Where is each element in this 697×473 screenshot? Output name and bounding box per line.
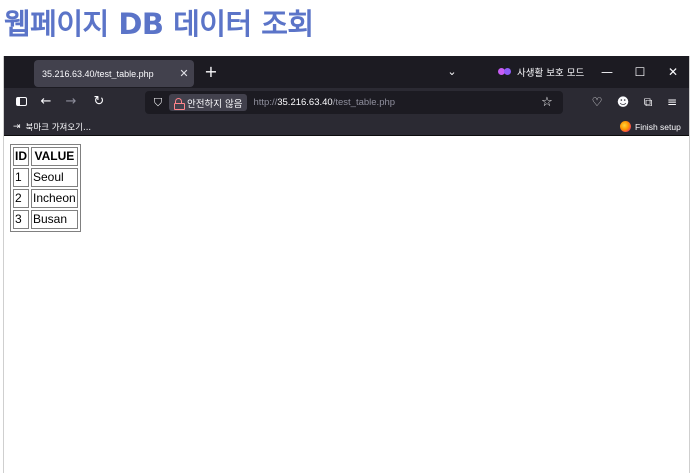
minimize-button[interactable]: —: [592, 60, 622, 84]
finish-setup-button[interactable]: Finish setup: [620, 119, 681, 134]
private-browsing-label: 사생활 보호 모드: [517, 68, 585, 79]
url-path: /test_table.php: [332, 97, 396, 108]
import-bookmarks-label: 북마크 가져오기...: [25, 122, 92, 133]
sidebar-icon: [15, 97, 27, 106]
browser-window: 35.216.63.40/test_table.php ✕ + ⌄ 사생활 보호…: [3, 56, 690, 473]
firefox-icon: [620, 121, 631, 132]
tab-close-icon[interactable]: ✕: [174, 67, 194, 80]
page-content: ID VALUE 1 Seoul 2 Incheon 3 Busan: [4, 137, 689, 473]
chevron-down-icon[interactable]: ⌄: [442, 62, 462, 82]
private-mask-icon: [498, 67, 512, 77]
table-row: 3 Busan: [13, 210, 78, 229]
header-value: VALUE: [31, 147, 78, 166]
cell-value: Busan: [31, 210, 78, 229]
url-text[interactable]: http://35.216.63.40/test_table.php: [253, 97, 395, 108]
tab-test-table[interactable]: 35.216.63.40/test_table.php ✕: [34, 60, 194, 87]
bookmark-star-icon[interactable]: ☆: [537, 95, 557, 110]
bookmarks-toolbar: ⇥ 북마크 가져오기... Finish setup: [4, 117, 689, 136]
table-row: 2 Incheon: [13, 189, 78, 208]
insecure-label: 안전하지 않음: [187, 98, 243, 110]
extensions-icon[interactable]: ⧉: [637, 91, 659, 113]
url-bar[interactable]: ⛉ 안전하지 않음 http://35.216.63.40/test_table…: [145, 91, 563, 114]
close-window-button[interactable]: ✕: [658, 60, 688, 84]
connection-insecure-chip[interactable]: 안전하지 않음: [169, 94, 248, 111]
tab-title: 35.216.63.40/test_table.php: [42, 68, 154, 79]
tab-strip: 35.216.63.40/test_table.php ✕ + ⌄ 사생활 보호…: [4, 56, 689, 88]
import-bookmarks-button[interactable]: ⇥ 북마크 가져오기...: [13, 119, 91, 134]
back-button[interactable]: ←: [35, 91, 57, 113]
cell-id: 2: [13, 189, 29, 208]
import-icon: ⇥: [13, 121, 21, 132]
url-host: 35.216.63.40: [277, 97, 333, 108]
account-icon[interactable]: ☻: [612, 91, 634, 113]
forward-button[interactable]: →: [60, 91, 82, 113]
reload-button[interactable]: ↻: [88, 91, 110, 113]
menu-icon[interactable]: ≡: [661, 91, 683, 113]
sidebar-toggle-button[interactable]: [10, 91, 32, 113]
table-header-row: ID VALUE: [13, 147, 78, 166]
cell-value: Seoul: [31, 168, 78, 187]
maximize-button[interactable]: ☐: [625, 60, 655, 84]
new-tab-button[interactable]: +: [200, 61, 222, 83]
page-heading: 웹페이지 DB 데이터 조회: [4, 7, 314, 41]
table-row: 1 Seoul: [13, 168, 78, 187]
finish-setup-label: Finish setup: [635, 121, 681, 132]
header-id: ID: [13, 147, 29, 166]
cell-id: 3: [13, 210, 29, 229]
data-table: ID VALUE 1 Seoul 2 Incheon 3 Busan: [10, 144, 81, 232]
cell-id: 1: [13, 168, 29, 187]
shield-icon[interactable]: ⛉: [147, 96, 169, 110]
pocket-icon[interactable]: ♡: [586, 91, 608, 113]
private-browsing-indicator: 사생활 보호 모드: [498, 62, 584, 82]
insecure-lock-icon: [174, 97, 185, 110]
cell-value: Incheon: [31, 189, 78, 208]
url-scheme: http://: [253, 97, 278, 108]
navigation-toolbar: ← → ↻ ⛉ 안전하지 않음 http://35.216.63.40/test…: [4, 88, 689, 117]
